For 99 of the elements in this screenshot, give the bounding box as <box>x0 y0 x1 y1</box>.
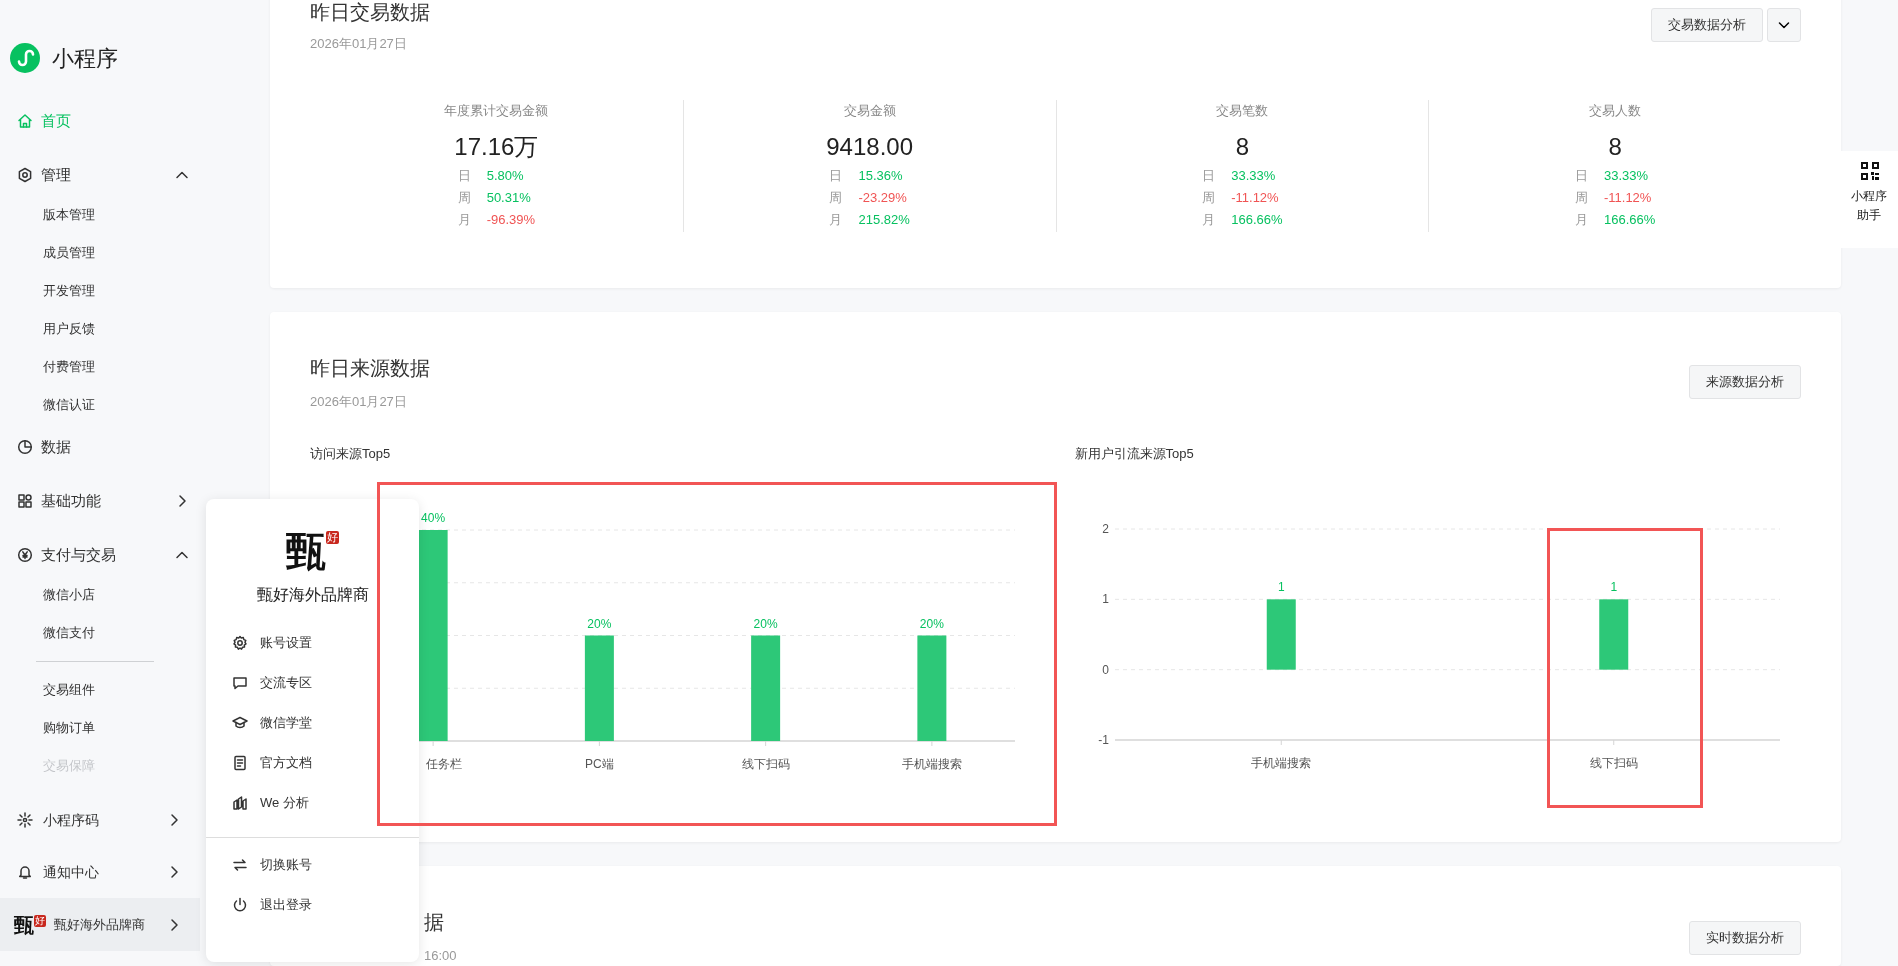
chat-icon <box>232 675 248 691</box>
period-label: 月 <box>1574 211 1588 229</box>
power-icon <box>232 897 248 913</box>
change-value: -96.39% <box>486 211 536 229</box>
bar <box>1598 599 1628 670</box>
menu-item[interactable]: 官方文档 <box>206 743 386 783</box>
change-value: 15.36% <box>858 167 904 185</box>
card-title: 昨日交易数据 <box>310 0 430 25</box>
data-label: 20% <box>919 616 944 631</box>
change-value: 50.31% <box>486 189 532 207</box>
analysis-button[interactable]: 实时数据分析 <box>1689 921 1801 955</box>
sidebar-subitem[interactable]: 购物订单 <box>0 709 200 747</box>
axis-label: -1 <box>1097 733 1109 747</box>
menu-item[interactable]: 账号设置 <box>206 623 386 663</box>
chart-title: 访问来源Top5 <box>310 445 392 463</box>
bell-icon <box>17 864 33 880</box>
change-value: 166.66% <box>1231 211 1283 229</box>
axis-label: 线下扫码 <box>1589 756 1638 770</box>
data-label: 40% <box>421 511 446 525</box>
account-name: 甄好海外品牌商 <box>255 585 370 605</box>
menu-item[interactable]: 交流专区 <box>206 663 386 703</box>
home-icon <box>17 113 33 129</box>
period-label: 周 <box>1574 189 1588 207</box>
period-label: 日 <box>1574 167 1588 185</box>
axis-label: PC端 <box>585 757 614 771</box>
period-label: 日 <box>1202 167 1216 185</box>
grid-icon <box>17 493 33 509</box>
chart-title: 新用户引流来源Top5 <box>1074 445 1195 463</box>
analytics-icon <box>232 795 248 811</box>
change-value: 33.33% <box>1231 167 1277 185</box>
app-title: 小程序 <box>52 44 118 73</box>
sidebar-subitem[interactable]: 开发管理 <box>0 272 200 310</box>
period-label: 月 <box>1202 211 1216 229</box>
helper-label: 小程序助手 <box>1850 188 1889 224</box>
sidebar-item[interactable]: 基础功能 <box>0 474 200 528</box>
analysis-button[interactable]: 来源数据分析 <box>1689 365 1801 399</box>
date-text: 2026年01月27日 <box>310 35 408 53</box>
sidebar-subitem[interactable]: 付费管理 <box>0 348 200 386</box>
data-label: 20% <box>753 616 778 631</box>
period-label: 月 <box>829 211 843 229</box>
menu-item[interactable]: We 分析 <box>206 783 386 823</box>
dropdown-button[interactable] <box>1767 8 1801 42</box>
data-label: 20% <box>587 616 612 631</box>
menu-item[interactable]: 退出登录 <box>206 885 386 925</box>
settings-icon <box>17 167 33 183</box>
data-label: 1 <box>1609 580 1617 595</box>
sidebar-item[interactable]: 小程序码 <box>0 794 200 846</box>
axis-label: 0 <box>1101 662 1109 677</box>
axis-label: 手机端搜索 <box>901 757 962 771</box>
period-label: 日 <box>457 167 471 185</box>
change-value: 5.80% <box>486 167 525 185</box>
change-value: -23.29% <box>858 189 908 207</box>
helper-panel[interactable]: 小程序助手 <box>1841 151 1898 248</box>
sidebar-subitem[interactable]: 用户反馈 <box>0 310 200 348</box>
axis-label: 手机端搜索 <box>1250 756 1311 770</box>
date-text: 2026年01月27日 <box>310 393 408 411</box>
axis-label: 任务栏 <box>426 757 462 771</box>
sparkle-icon <box>17 812 33 828</box>
change-value: 33.33% <box>1603 167 1650 185</box>
graduation-cap-icon <box>232 715 248 731</box>
stat-label: 交易人数 <box>1588 102 1643 120</box>
sidebar-subitem[interactable]: 成员管理 <box>0 234 200 272</box>
analysis-button[interactable]: 交易数据分析 <box>1651 8 1763 42</box>
stat-value: 8 <box>1607 132 1623 162</box>
period-label: 周 <box>1202 189 1216 207</box>
switch-icon <box>232 857 248 873</box>
period-label: 周 <box>457 189 471 207</box>
stat-label: 年度累计交易金额 <box>443 102 550 120</box>
menu-item[interactable]: 切换账号 <box>206 845 386 885</box>
change-value: -11.12% <box>1603 189 1653 207</box>
change-value: 166.66% <box>1603 211 1656 229</box>
period-label: 日 <box>829 167 843 185</box>
axis-label: 1 <box>1101 592 1109 607</box>
change-value: -11.12% <box>1231 189 1280 207</box>
app-logo-icon <box>10 43 40 73</box>
period-label: 周 <box>829 189 843 207</box>
yen-icon <box>17 547 33 563</box>
card-title: 昨日来源数据 <box>310 356 430 381</box>
bar <box>1266 599 1296 670</box>
axis-label: 2 <box>1101 522 1109 536</box>
qr-code-icon <box>1859 161 1880 181</box>
data-label: 1 <box>1277 580 1285 595</box>
period-label: 月 <box>457 211 471 229</box>
stat-label: 交易笔数 <box>1215 102 1270 120</box>
stat-label: 交易金额 <box>842 102 897 120</box>
axis-label: 线下扫码 <box>741 757 790 771</box>
document-icon <box>232 755 248 771</box>
pie-chart-icon <box>17 439 33 455</box>
stat-value: 17.16万 <box>453 132 540 162</box>
sidebar-subitem[interactable]: 交易组件 <box>0 671 200 709</box>
sidebar-subitem[interactable]: 微信支付 <box>0 614 200 652</box>
card-title: 据 <box>424 910 445 935</box>
sidebar-item[interactable]: 通知中心 <box>0 846 200 898</box>
stat-value: 9418.00 <box>825 132 914 162</box>
settings-icon <box>232 635 248 651</box>
date-text: 16:00 <box>424 947 457 965</box>
menu-item[interactable]: 微信学堂 <box>206 703 386 743</box>
stat-value: 8 <box>1234 132 1251 162</box>
change-value: 215.82% <box>858 211 910 229</box>
